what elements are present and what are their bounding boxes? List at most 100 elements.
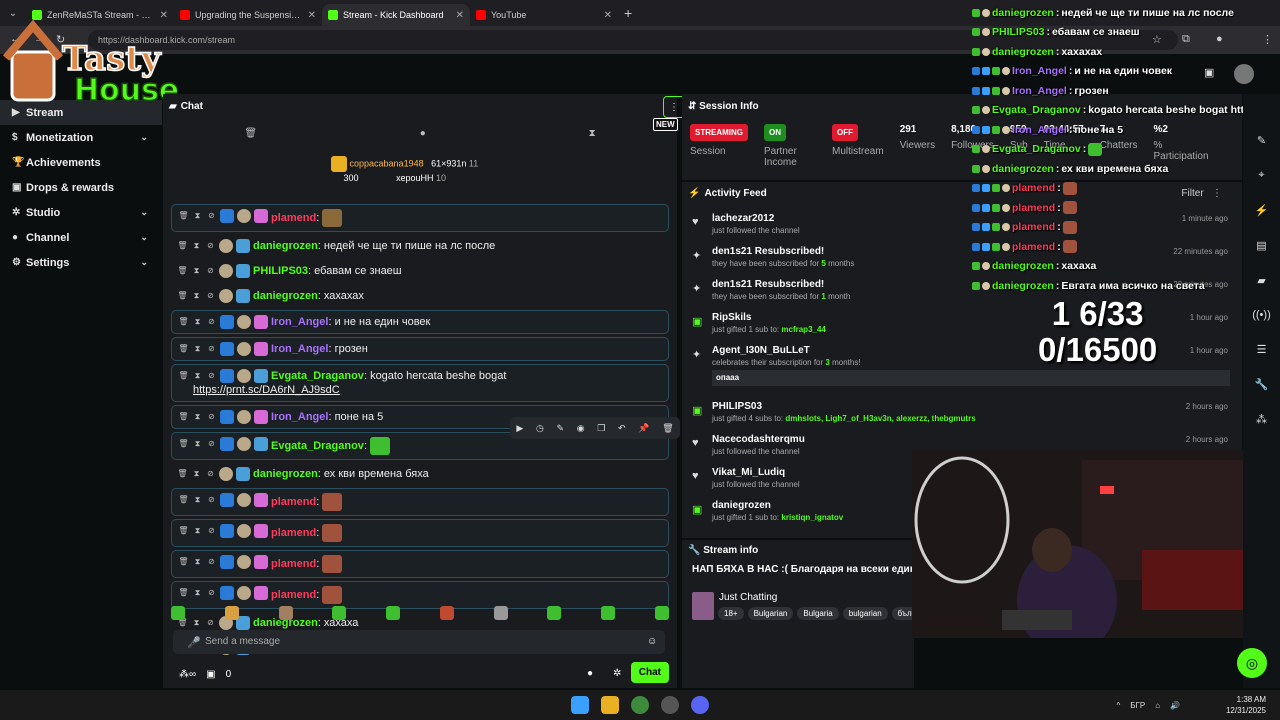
sidebar-item-drops-rewards[interactable]: ▣ Drops & rewards (0, 175, 162, 200)
timeout-icon[interactable]: ⧗ (192, 524, 203, 538)
timeout-icon[interactable]: ⧗ (192, 369, 203, 383)
delete-icon[interactable]: 🗑 (662, 423, 673, 434)
emote-picker-icon[interactable] (224, 606, 239, 620)
delete-message-icon[interactable]: 🗑 (178, 315, 189, 329)
play-icon[interactable]: ▶ (516, 423, 523, 434)
emote-picker-icon[interactable] (386, 606, 401, 620)
discord-icon[interactable] (691, 696, 709, 714)
delete-message-icon[interactable]: 🗑 (177, 289, 188, 303)
delete-message-icon[interactable]: 🗑 (177, 264, 188, 278)
delete-message-icon[interactable]: 🗑 (178, 493, 189, 507)
chat-username[interactable]: plamend (271, 527, 316, 539)
chat-username[interactable]: PHILIPS03 (253, 265, 308, 277)
nodes-icon[interactable]: ⁂ (1256, 413, 1267, 426)
timeout-icon[interactable]: ⧗ (191, 467, 202, 481)
ban-icon[interactable]: ⊘ (206, 586, 217, 600)
chat-message[interactable]: 🗑 ⧗ ⊘ plamend: (171, 581, 669, 609)
emote-picker-icon[interactable] (654, 606, 669, 620)
delete-message-icon[interactable]: 🗑 (178, 209, 189, 223)
timeout-icon[interactable]: ◷ (536, 423, 544, 434)
chat-message[interactable]: 🗑 ⧗ ⊘ plamend: (171, 488, 669, 516)
chat-username[interactable]: plamend (271, 212, 316, 224)
slow-mode-icon[interactable]: ⧗ (589, 128, 596, 139)
chat-message[interactable]: 🗑 ⧗ ⊘ plamend: (171, 550, 669, 578)
note-icon[interactable]: ▤ (1256, 239, 1266, 252)
chat-username[interactable]: Iron_Angel (271, 343, 328, 355)
sidebar-item-monetization[interactable]: $ Monetization ⌄ (0, 125, 162, 150)
chat-mode-icon[interactable]: ● (420, 128, 426, 139)
vip-icon[interactable]: ◉ (577, 423, 585, 434)
emote-picker-icon[interactable] (601, 606, 616, 620)
copy-icon[interactable]: ❐ (597, 423, 605, 434)
timeout-icon[interactable]: ⧗ (192, 342, 203, 356)
timeout-icon[interactable]: ⧗ (192, 555, 203, 569)
chat-username[interactable]: Evgata_Draganov (271, 370, 364, 382)
gear-icon[interactable]: ✲ (613, 668, 621, 679)
browser-tab[interactable]: Upgrading the Suspension on M ✕ (174, 4, 322, 26)
ban-icon[interactable]: ⊘ (206, 209, 217, 223)
emote-picker-icon[interactable] (278, 606, 293, 620)
points-icon[interactable]: ⁂∞ (179, 669, 196, 680)
list-icon[interactable]: ☰ (1257, 343, 1267, 356)
ban-icon[interactable]: ⊘ (206, 524, 217, 538)
pin-icon[interactable]: 📌 (638, 423, 649, 434)
timeout-icon[interactable]: ⧗ (191, 264, 202, 278)
delete-message-icon[interactable]: 🗑 (178, 410, 189, 424)
delete-message-icon[interactable]: 🗑 (177, 467, 188, 481)
chat-message[interactable]: 🗑 ⧗ ⊘ daniegrozen: ех кви времена бяха (171, 463, 669, 485)
chat-message[interactable]: 🗑 ⧗ ⊘ Evgata_Draganov: kogato hercata beshe… (171, 364, 669, 402)
browser-tab[interactable]: YouTube ✕ (470, 4, 618, 26)
chat-message[interactable]: 🗑 ⧗ ⊘ Iron_Angel: и не на един човек (171, 310, 669, 334)
obs-icon[interactable] (661, 696, 679, 714)
mic-icon[interactable]: 🎤 (187, 636, 201, 649)
timeout-icon[interactable]: ⧗ (192, 437, 203, 451)
emote-picker-icon[interactable] (332, 606, 347, 620)
timeout-icon[interactable]: ⧗ (192, 209, 203, 223)
stream-tag[interactable]: 18+ (718, 607, 744, 620)
browser-tab[interactable]: Stream - Kick Dashboard ✕ (322, 4, 470, 26)
timeout-icon[interactable]: ⧗ (192, 493, 203, 507)
delete-message-icon[interactable]: 🗑 (178, 555, 189, 569)
chat-username[interactable]: daniegrozen (253, 240, 318, 252)
chat-message[interactable]: 🗑 ⧗ ⊘ plamend: (171, 204, 669, 232)
tab-close-icon[interactable]: ✕ (456, 10, 464, 21)
stream-tag[interactable]: Bulgarian (747, 607, 794, 620)
delete-message-icon[interactable]: 🗑 (178, 586, 189, 600)
delete-message-icon[interactable]: 🗑 (178, 524, 189, 538)
emoji-icon[interactable]: ☺ (647, 636, 657, 647)
chat-settings-icon[interactable]: ● (587, 668, 593, 679)
ban-icon[interactable]: ⊘ (206, 493, 217, 507)
sidebar-item-studio[interactable]: ✲ Studio ⌄ (0, 200, 162, 225)
edit-icon[interactable]: ✎ (1257, 134, 1266, 147)
chat-username[interactable]: plamend (271, 558, 316, 570)
stream-tag[interactable]: Bulgaria (797, 607, 839, 620)
volume-icon[interactable]: 🔊 (1170, 701, 1180, 710)
ban-icon[interactable]: ⊘ (206, 369, 217, 383)
ban-icon[interactable]: ⊘ (206, 410, 217, 424)
chat-message[interactable]: 🗑 ⧗ ⊘ daniegrozen: недей че ще ти пише на л… (171, 235, 669, 257)
wrench-icon[interactable]: 🔧 (1255, 378, 1269, 391)
chat-username[interactable]: Iron_Angel (271, 411, 328, 423)
tray-chevron-icon[interactable]: ^ (1117, 701, 1121, 710)
ban-icon[interactable]: ⊘ (205, 289, 216, 303)
chat-fab-button[interactable]: ◎ (1237, 648, 1267, 678)
emote-picker-icon[interactable] (171, 606, 185, 620)
sidebar-item-settings[interactable]: ⚙ Settings ⌄ (0, 250, 162, 275)
timeout-icon[interactable]: ⧗ (192, 410, 203, 424)
chevron-down-icon[interactable]: ⌄ (140, 232, 148, 243)
timeout-icon[interactable]: ⧗ (192, 315, 203, 329)
chevron-down-icon[interactable]: ⌄ (140, 207, 148, 218)
ban-icon[interactable]: ⊘ (206, 555, 217, 569)
chat-message[interactable]: 🗑 ⧗ ⊘ PHILIPS03: ебавам се знаеш (171, 260, 669, 282)
ban-icon[interactable]: ⊘ (206, 342, 217, 356)
network-icon[interactable]: ⌂ (1155, 701, 1160, 710)
chat-message[interactable]: 🗑 ⧗ ⊘ Iron_Angel: грозен (171, 337, 669, 361)
chevron-down-icon[interactable]: ⌄ (140, 257, 148, 268)
new-tab-icon[interactable]: + (624, 5, 632, 21)
file-explorer-icon[interactable] (601, 696, 619, 714)
chat-username[interactable]: daniegrozen (253, 468, 318, 480)
chat-username[interactable]: Evgata_Draganov (271, 440, 364, 452)
chat-username[interactable]: plamend (271, 496, 316, 508)
clock[interactable]: 1:38 AM 12/31/2025 (1226, 694, 1266, 716)
delete-message-icon[interactable]: 🗑 (178, 369, 189, 383)
